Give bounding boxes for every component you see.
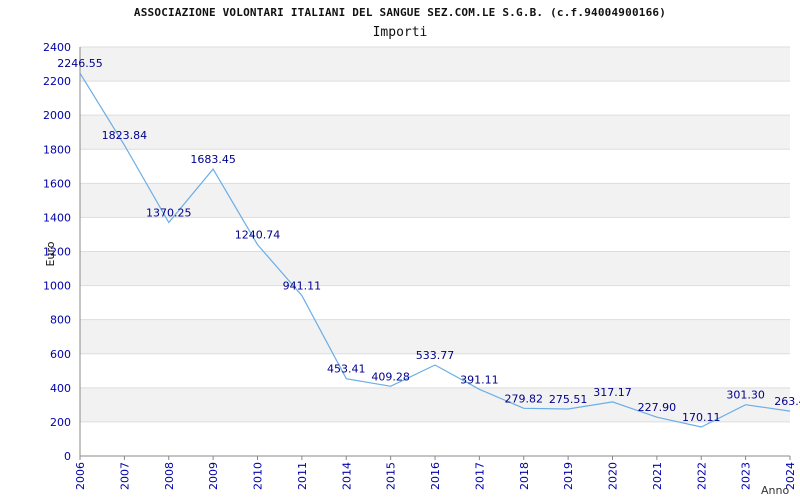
x-tick-label: 2007 <box>118 462 131 490</box>
y-tick-label: 0 <box>64 450 71 463</box>
x-tick-label: 2021 <box>651 462 664 490</box>
data-label: 1370.25 <box>146 206 192 219</box>
x-tick-label: 2023 <box>740 462 753 490</box>
chart: ASSOCIAZIONE VOLONTARI ITALIANI DEL SANG… <box>0 0 800 500</box>
data-label: 1823.84 <box>102 129 148 142</box>
grid-band <box>80 47 790 82</box>
y-tick-label: 400 <box>50 382 71 395</box>
y-tick-label: 600 <box>50 348 71 361</box>
data-label: 1240.74 <box>235 229 281 242</box>
data-label: 275.51 <box>549 393 588 406</box>
x-tick-label: 2008 <box>163 462 176 490</box>
x-tick-label: 2010 <box>252 462 265 490</box>
x-tick-label: 2015 <box>385 462 398 490</box>
y-tick-label: 1800 <box>43 143 71 156</box>
data-label: 227.90 <box>638 401 677 414</box>
x-tick-label: 2016 <box>429 462 442 490</box>
x-tick-label: 2009 <box>207 462 220 490</box>
data-label: 1683.45 <box>190 153 236 166</box>
data-label: 941.11 <box>283 280 322 293</box>
y-tick-label: 1000 <box>43 280 71 293</box>
x-axis-title: Anno <box>761 484 789 497</box>
grid-band <box>80 115 790 150</box>
x-tick-label: 2020 <box>607 462 620 490</box>
data-label: 317.17 <box>593 386 632 399</box>
data-label: 391.11 <box>460 373 499 386</box>
y-tick-label: 1400 <box>43 211 71 224</box>
x-tick-label: 2011 <box>296 462 309 490</box>
data-label: 409.28 <box>371 370 410 383</box>
y-tick-label: 200 <box>50 416 71 429</box>
data-label: 263.4 <box>774 395 800 408</box>
x-tick-label: 2018 <box>518 462 531 490</box>
plot-area: 0200400600800100012001400160018002000220… <box>43 41 800 497</box>
y-tick-label: 2000 <box>43 109 71 122</box>
x-tick-label: 2017 <box>473 462 486 490</box>
x-tick-label: 2022 <box>695 462 708 490</box>
data-label: 533.77 <box>416 349 455 362</box>
y-tick-label: 2400 <box>43 41 71 54</box>
data-label: 453.41 <box>327 363 366 376</box>
x-tick-label: 2019 <box>562 462 575 490</box>
data-label: 170.11 <box>682 411 721 424</box>
y-tick-label: 2200 <box>43 75 71 88</box>
data-label: 279.82 <box>505 392 544 405</box>
data-label: 2246.55 <box>57 57 103 70</box>
y-axis-title: Euro <box>44 241 57 266</box>
x-tick-label: 2014 <box>340 462 353 490</box>
grid-band <box>80 251 790 286</box>
y-tick-label: 800 <box>50 314 71 327</box>
x-tick-label: 2006 <box>74 462 87 490</box>
data-label: 301.30 <box>726 389 765 402</box>
y-tick-label: 1600 <box>43 177 71 190</box>
